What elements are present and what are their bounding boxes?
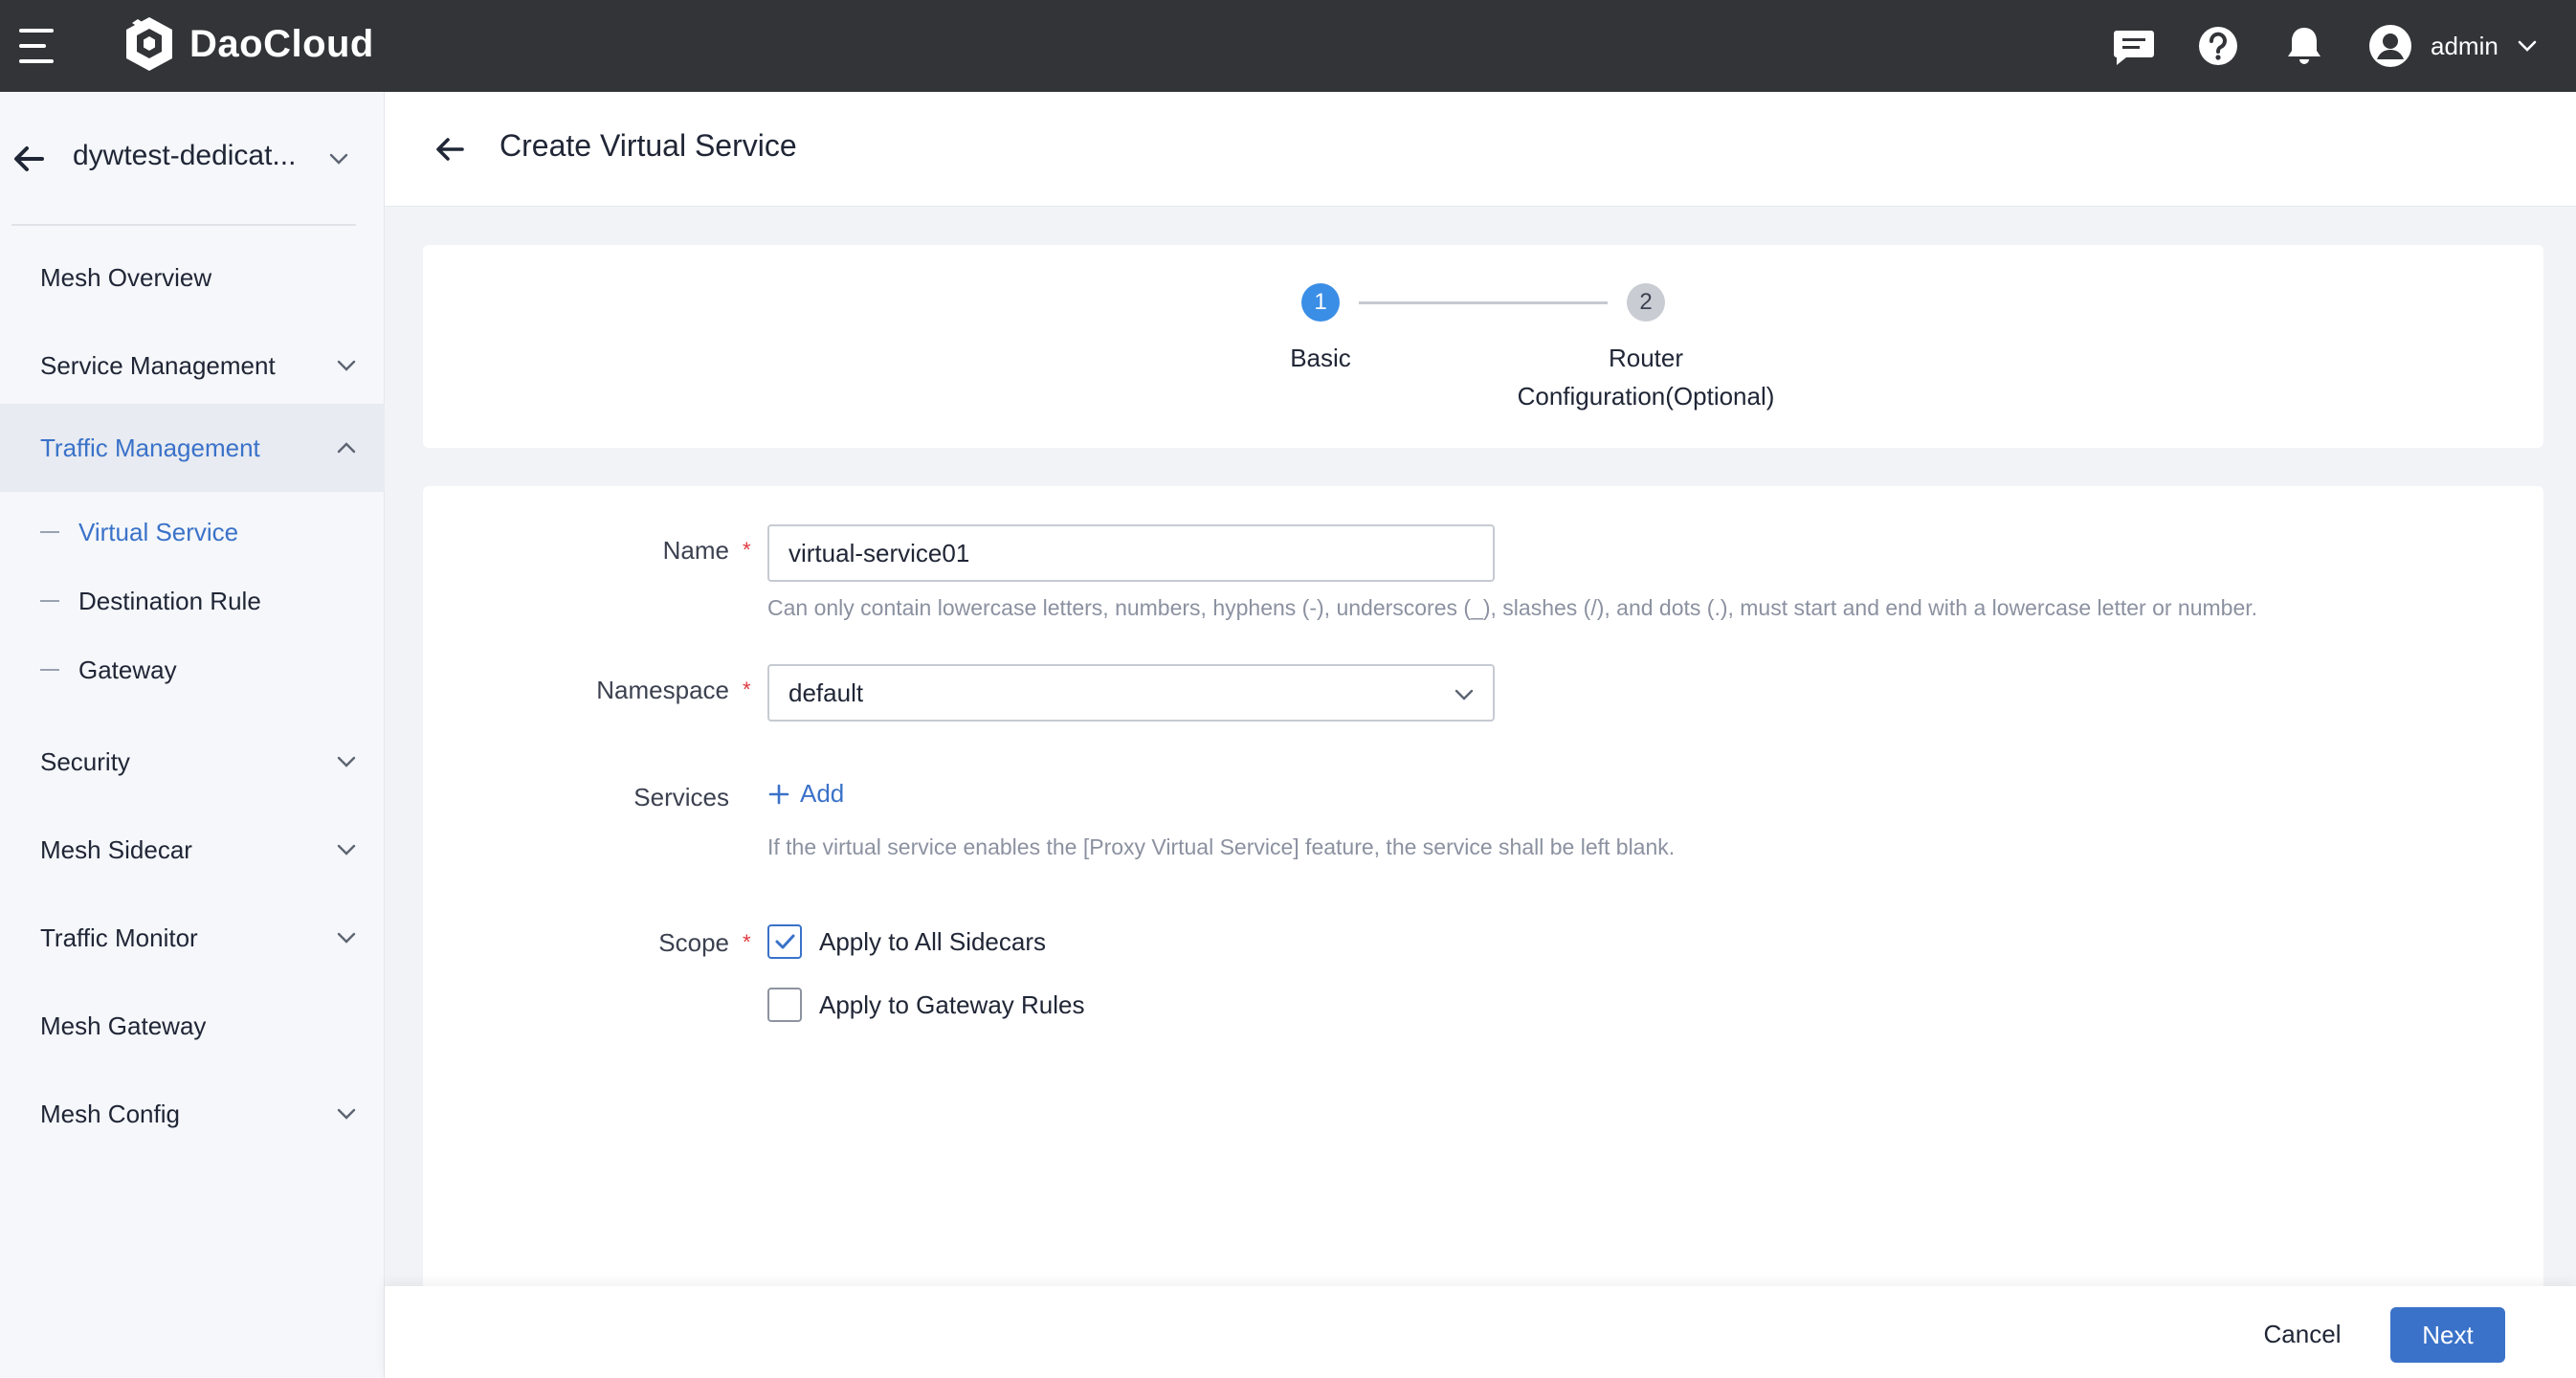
sidebar-subitem-destination-rule[interactable]: Destination Rule <box>0 567 385 635</box>
name-hint: Can only contain lowercase letters, numb… <box>767 595 2258 620</box>
user-avatar-icon <box>2369 25 2411 67</box>
brand-name: DaoCloud <box>189 22 374 65</box>
sidebar-item-label: Mesh Gateway <box>40 1011 207 1040</box>
arrow-left-icon[interactable] <box>10 140 48 178</box>
sidebar-item-service-management[interactable]: Service Management <box>0 322 385 410</box>
scope-option-label: Apply to Gateway Rules <box>819 989 1085 1019</box>
step-2-indicator: 2 <box>1627 283 1665 322</box>
hamburger-icon[interactable] <box>19 29 57 63</box>
chevron-down-icon <box>337 844 356 856</box>
step-connector <box>1359 301 1608 304</box>
sidebar-item-mesh-sidecar[interactable]: Mesh Sidecar <box>0 806 385 894</box>
help-icon[interactable] <box>2195 23 2241 69</box>
next-button[interactable]: Next <box>2390 1307 2505 1363</box>
form-card: Name * Can only contain lowercase letter… <box>423 486 2543 1290</box>
sidebar-subitem-label: Virtual Service <box>78 517 239 546</box>
services-hint: If the virtual service enables the [Prox… <box>767 834 1676 859</box>
arrow-left-icon[interactable] <box>433 132 467 167</box>
sidebar-item-security[interactable]: Security <box>0 718 385 806</box>
scope-option-all-sidecars[interactable]: Apply to All Sidecars <box>767 924 1046 959</box>
chevron-down-icon <box>337 1108 356 1120</box>
bell-icon[interactable] <box>2281 23 2327 69</box>
mesh-selector[interactable]: dywtest-dedicat... <box>0 92 385 222</box>
sidebar-item-label: Traffic Monitor <box>40 922 198 952</box>
sidebar-item-label: Mesh Config <box>40 1099 180 1128</box>
sidebar-item-mesh-config[interactable]: Mesh Config <box>0 1070 385 1158</box>
services-label: Services <box>633 783 729 811</box>
plus-icon <box>768 784 789 804</box>
mesh-name[interactable]: dywtest-dedicat... <box>73 140 341 172</box>
sidebar-subitem-label: Destination Rule <box>78 586 261 615</box>
daocloud-logo-icon <box>126 17 172 71</box>
name-input[interactable] <box>767 524 1495 582</box>
footer-bar: Cancel Next <box>385 1286 2576 1378</box>
chevron-up-icon <box>337 442 356 454</box>
scope-option-gateway-rules[interactable]: Apply to Gateway Rules <box>767 988 1084 1022</box>
chevron-down-icon <box>2518 40 2537 52</box>
namespace-select[interactable]: default <box>767 664 1495 722</box>
sidebar-item-label: Mesh Sidecar <box>40 834 192 864</box>
sidebar-item-mesh-overview[interactable]: Mesh Overview <box>0 233 385 322</box>
check-icon <box>775 934 795 949</box>
scope-label: Scope <box>658 928 729 957</box>
chevron-down-icon[interactable] <box>325 145 352 172</box>
sidebar-subitem-virtual-service[interactable]: Virtual Service <box>0 498 385 567</box>
sidebar: dywtest-dedicat... Mesh Overview Service… <box>0 92 385 1378</box>
page-header: Create Virtual Service <box>385 92 2576 207</box>
chevron-down-icon <box>1455 689 1474 700</box>
page-title: Create Virtual Service <box>500 128 797 163</box>
add-service-label: Add <box>800 779 845 808</box>
message-icon[interactable] <box>2111 23 2157 69</box>
sidebar-item-label: Mesh Overview <box>40 262 212 292</box>
user-menu[interactable]: admin <box>2367 19 2539 73</box>
required-marker: * <box>743 678 751 701</box>
add-service-button[interactable]: Add <box>767 779 844 809</box>
sidebar-item-label: Service Management <box>40 350 276 380</box>
scope-option-label: Apply to All Sidecars <box>819 926 1047 956</box>
step-1-indicator: 1 <box>1301 283 1340 322</box>
chevron-down-icon <box>337 932 356 944</box>
sidebar-subitem-gateway[interactable]: Gateway <box>0 635 385 704</box>
sidebar-item-traffic-monitor[interactable]: Traffic Monitor <box>0 894 385 982</box>
logo[interactable]: DaoCloud <box>122 15 374 73</box>
sidebar-subitem-label: Gateway <box>78 655 177 684</box>
sidebar-item-label: Traffic Management <box>40 433 260 462</box>
chevron-down-icon <box>337 360 356 371</box>
cancel-button[interactable]: Cancel <box>2245 1307 2360 1361</box>
top-bar: DaoCloud admin <box>0 0 2576 92</box>
namespace-value: default <box>788 678 864 707</box>
name-label: Name <box>662 536 729 565</box>
steps-card: 1 2 Basic Router Configuration(Optional) <box>423 245 2543 448</box>
sidebar-divider <box>11 224 356 226</box>
step-1-label: Basic <box>1290 344 1351 372</box>
namespace-label: Namespace <box>596 676 729 704</box>
checkbox-unchecked[interactable] <box>767 988 802 1022</box>
user-name: admin <box>2431 31 2498 60</box>
sidebar-item-label: Security <box>40 746 130 776</box>
checkbox-checked[interactable] <box>767 924 802 959</box>
required-marker: * <box>743 930 751 954</box>
step-2-label: Router Configuration(Optional) <box>1517 344 1775 411</box>
chevron-down-icon <box>337 756 356 767</box>
sidebar-item-traffic-management[interactable]: Traffic Management <box>0 404 385 492</box>
sidebar-item-mesh-gateway[interactable]: Mesh Gateway <box>0 982 385 1070</box>
required-marker: * <box>743 538 751 562</box>
